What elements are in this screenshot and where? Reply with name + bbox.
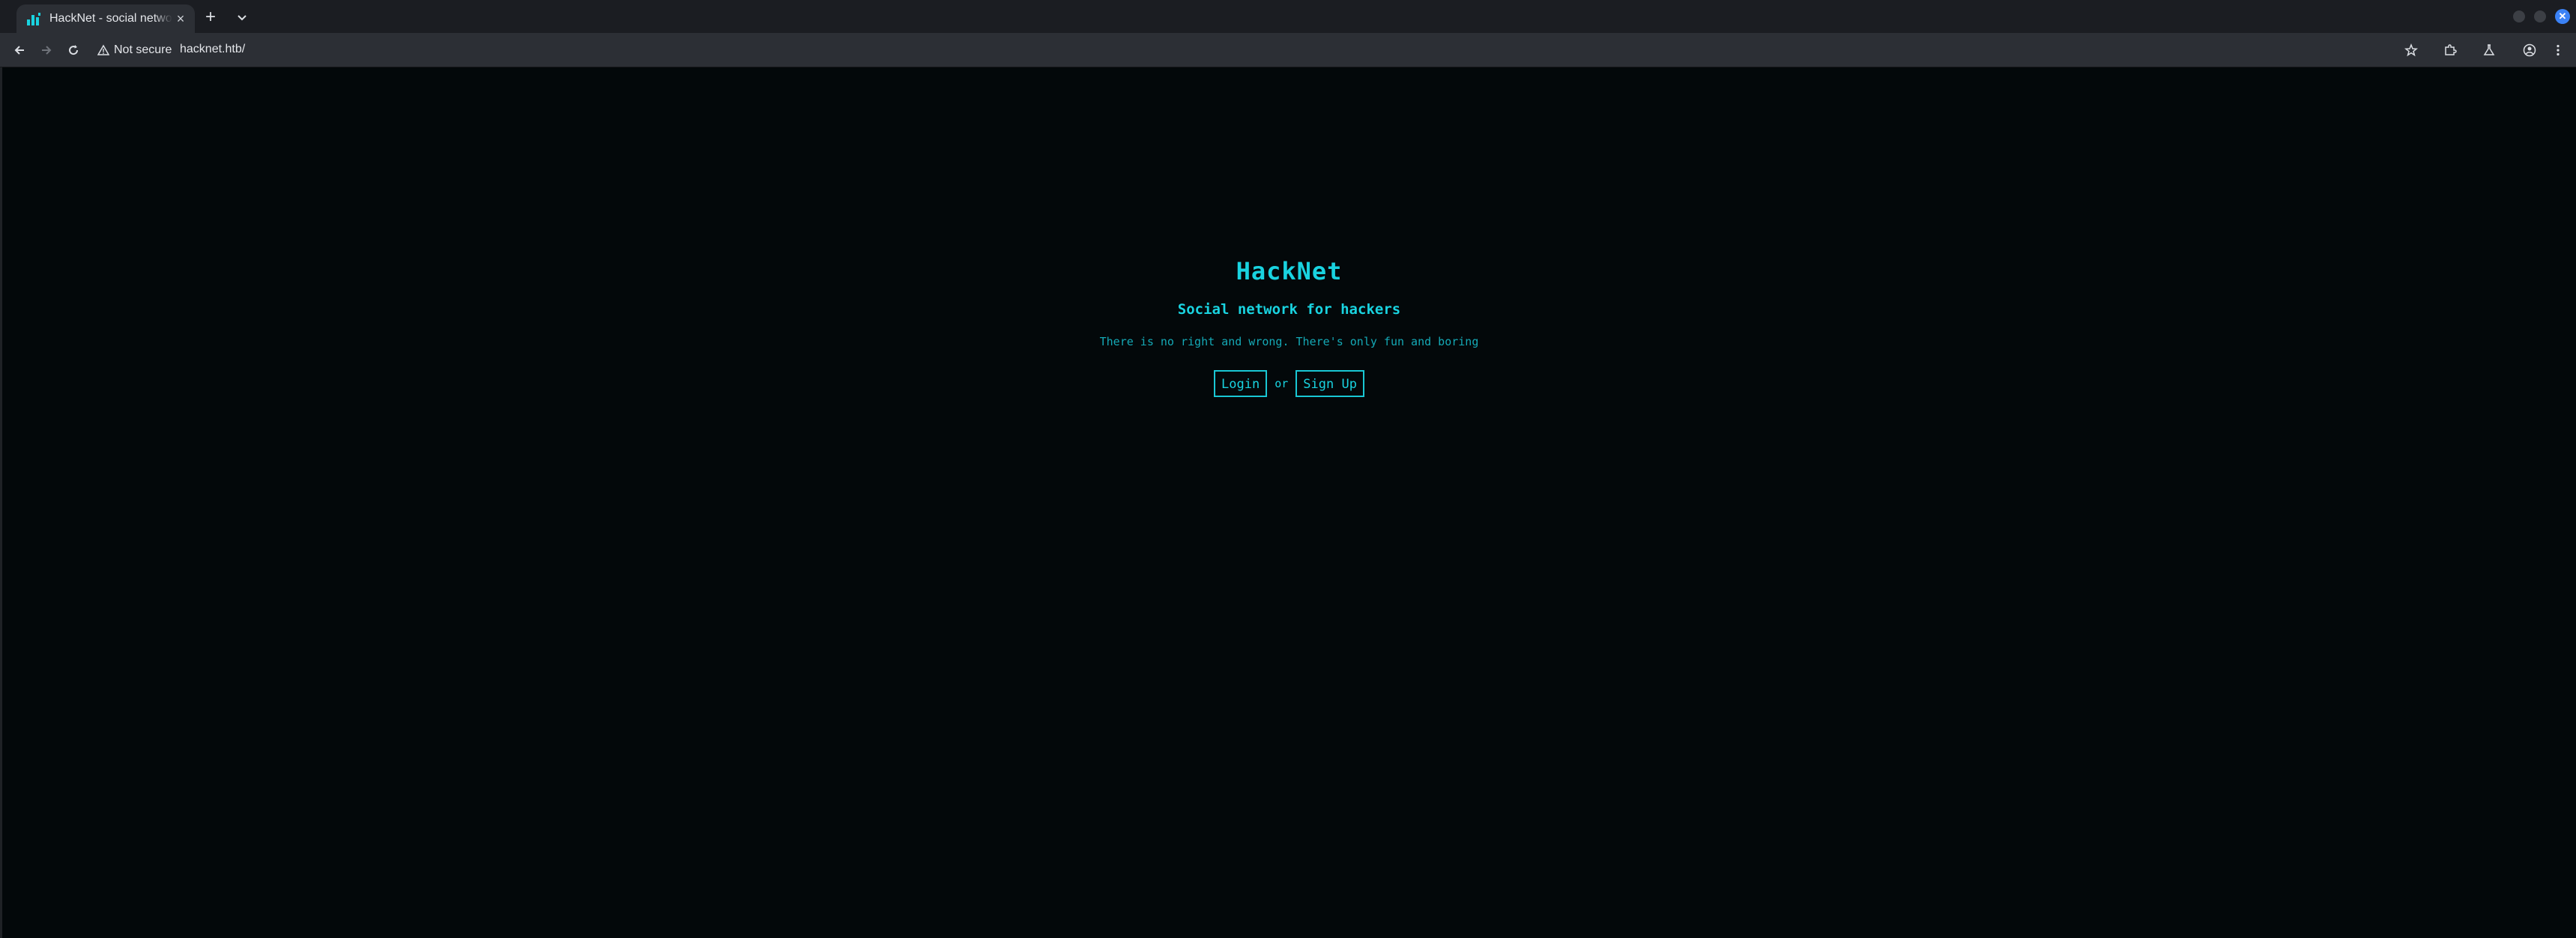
page-content: HackNet Social network for hackers There…	[0, 67, 2576, 938]
browser-window: HackNet - social network for hackers × +…	[0, 0, 2576, 938]
menu-button[interactable]	[2548, 40, 2569, 61]
security-label: Not secure	[114, 43, 172, 56]
maximize-button[interactable]	[2534, 10, 2546, 22]
account-icon	[2523, 43, 2536, 57]
auth-actions: Login or Sign Up	[2, 370, 2576, 397]
address-bar[interactable]: hacknet.htb/	[180, 43, 245, 56]
labs-button[interactable]	[2479, 40, 2500, 61]
security-chip[interactable]: Not secure	[97, 41, 172, 59]
chevron-down-icon	[238, 15, 247, 21]
puzzle-icon	[2445, 44, 2457, 55]
window-close-button[interactable]: ✕	[2555, 9, 2570, 24]
browser-toolbar: Not secure hacknet.htb/	[0, 33, 2576, 67]
bookmark-button[interactable]	[2401, 40, 2422, 61]
signup-button[interactable]: Sign Up	[1295, 370, 1364, 397]
more-vertical-icon	[2557, 44, 2560, 56]
close-icon: ✕	[2558, 10, 2567, 22]
new-tab-button[interactable]: +	[201, 7, 220, 27]
warning-icon	[97, 44, 109, 55]
tab-close-button[interactable]: ×	[172, 10, 189, 27]
tab-title: HackNet - social network for hackers	[49, 12, 172, 25]
star-icon	[2404, 43, 2418, 57]
tab-search-button[interactable]	[232, 7, 252, 27]
profile-button[interactable]	[2519, 40, 2540, 61]
extensions-button[interactable]	[2440, 40, 2461, 61]
tab-strip: HackNet - social network for hackers × +…	[0, 0, 2576, 33]
flask-icon	[2483, 44, 2495, 55]
tab-hacknet[interactable]: HackNet - social network for hackers ×	[16, 4, 195, 33]
or-separator: or	[1275, 377, 1289, 390]
reload-icon	[69, 45, 79, 55]
reload-button[interactable]	[63, 40, 84, 61]
arrow-right-icon	[42, 46, 52, 55]
page-tagline: There is no right and wrong. There's onl…	[1099, 335, 1479, 348]
back-button[interactable]	[9, 40, 30, 61]
bar-chart-icon	[27, 13, 40, 25]
minimize-button[interactable]	[2513, 10, 2525, 22]
hero-section: HackNet Social network for hackers There…	[2, 255, 2576, 397]
page-subtitle: Social network for hackers	[1177, 301, 1401, 318]
page-title: HackNet	[1236, 257, 1343, 285]
arrow-left-icon	[14, 46, 24, 55]
forward-button[interactable]	[36, 40, 57, 61]
login-button[interactable]: Login	[1214, 370, 1268, 397]
